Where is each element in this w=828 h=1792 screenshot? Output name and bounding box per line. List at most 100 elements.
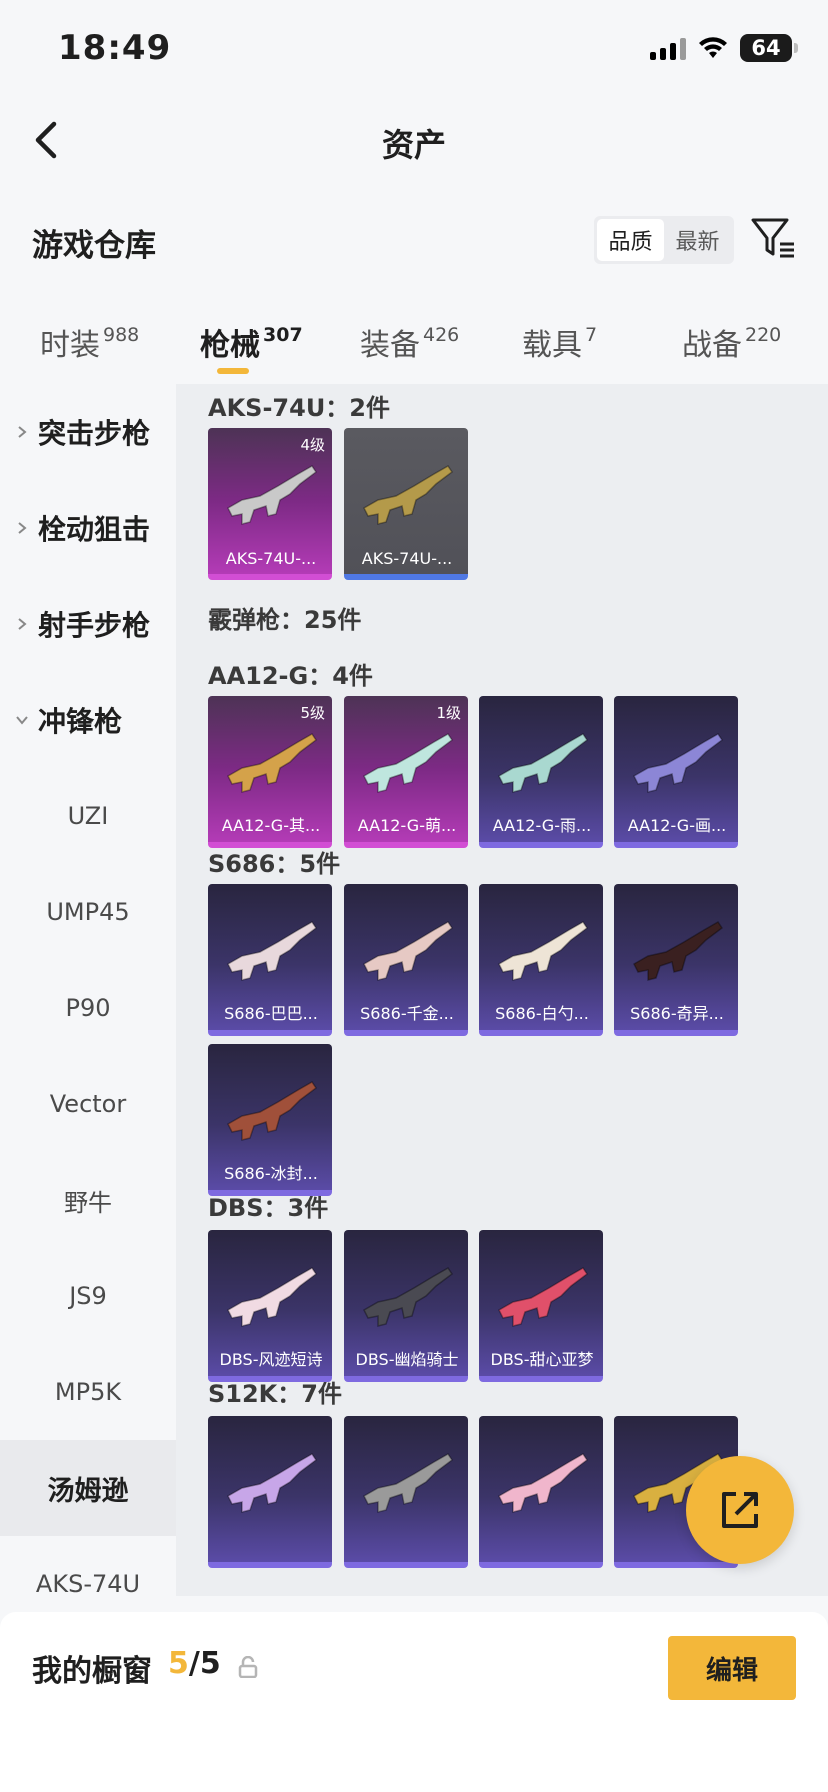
item-card[interactable] (344, 1416, 468, 1568)
item-name: DBS-风迹短诗 (219, 1350, 323, 1369)
sidebar-subitem-js9[interactable]: JS9 (0, 1248, 176, 1344)
item-name: S686-白勺... (495, 1004, 589, 1023)
item-card[interactable]: S686-巴巴... (208, 884, 332, 1036)
sidebar-item-bolt-sniper[interactable]: 栓动狙击 (0, 480, 176, 576)
sidebar-item-smg[interactable]: 冲锋枪 (0, 672, 176, 768)
item-grid: AKS-74U：2件 霰弹枪：25件 AA12-G：4件 S686：5件 DBS… (176, 384, 828, 1596)
item-card[interactable]: DBS-风迹短诗 (208, 1230, 332, 1382)
item-level-badge: 5级 (300, 704, 325, 722)
weapon-skin-image (363, 733, 454, 793)
weapon-skin-image (227, 1453, 318, 1513)
sidebar-item-assault-rifle[interactable]: 突击步枪 (0, 384, 176, 480)
item-card[interactable]: DBS-甜心亚梦 (479, 1230, 603, 1382)
item-name: AA12-G-萌... (357, 816, 457, 835)
share-button[interactable] (686, 1456, 794, 1564)
showcase-bar: 我的橱窗 5/5 编辑 (0, 1612, 828, 1792)
sidebar-item-label: 栓动狙击 (38, 513, 151, 546)
sidebar-item-marksman-rifle[interactable]: 射手步枪 (0, 576, 176, 672)
item-name: DBS-幽焰骑士 (355, 1350, 459, 1369)
filter-icon[interactable] (750, 216, 796, 262)
external-link-icon (722, 1492, 758, 1528)
item-card[interactable]: AA12-G-画... (614, 696, 738, 848)
tab-vehicles[interactable]: 载具 7 (522, 320, 597, 364)
tab-equipment[interactable]: 装备 426 (360, 320, 459, 364)
sidebar-subitem-aks74u[interactable]: AKS-74U (0, 1536, 176, 1596)
sidebar-subitem-ump45[interactable]: UMP45 (0, 864, 176, 960)
item-card[interactable] (208, 1416, 332, 1568)
weapon-skin-image (363, 1453, 454, 1513)
sidebar-item-label: 突击步枪 (38, 417, 151, 450)
sidebar-item-label: 冲锋枪 (38, 705, 123, 738)
weapon-skin-image (363, 1267, 454, 1327)
sidebar-item-label: 射手步枪 (38, 609, 151, 642)
chevron-down-icon (16, 716, 28, 725)
weapon-skin-image (227, 733, 318, 793)
tab-supplies[interactable]: 战备 220 (682, 320, 781, 364)
chevron-right-icon (18, 618, 27, 630)
sidebar-subitem-bison[interactable]: 野牛 (0, 1152, 176, 1248)
item-card[interactable] (479, 1416, 603, 1568)
lock-icon (238, 1656, 258, 1678)
weapon-skin-image (227, 465, 318, 525)
wifi-icon (699, 37, 727, 58)
weapon-skin-image (633, 921, 724, 981)
tab-fashion[interactable]: 时装 988 (40, 320, 139, 364)
item-name: AA12-G-雨... (492, 816, 592, 835)
item-name: S686-巴巴... (224, 1004, 318, 1023)
item-card[interactable]: AA12-G-雨... (479, 696, 603, 848)
item-card[interactable]: S686-千金... (344, 884, 468, 1036)
chevron-right-icon (18, 522, 27, 534)
showcase-label: 我的橱窗 (32, 1654, 152, 1689)
status-time: 18:49 (58, 28, 172, 68)
tab-guns[interactable]: 枪械 307 (200, 320, 303, 364)
showcase-count: 5/5 (168, 1646, 221, 1681)
status-icons: 64 (650, 34, 798, 62)
weapon-skin-image (498, 1267, 589, 1327)
item-name: AKS-74U-... (361, 549, 453, 568)
warehouse-title: 游戏仓库 (32, 228, 156, 264)
item-level-badge: 1级 (436, 704, 461, 722)
section-title-s686: S686：5件 (208, 850, 341, 878)
battery-icon: 64 (740, 34, 798, 62)
nav-header: 资产 (0, 100, 828, 180)
section-title-aa12: AA12-G：4件 (208, 662, 373, 690)
sidebar-subitem-p90[interactable]: P90 (0, 960, 176, 1056)
item-card[interactable]: S686-奇异... (614, 884, 738, 1036)
sidebar: 突击步枪 栓动狙击 射手步枪 冲锋枪 UZI UMP45 P90 Vector … (0, 384, 176, 1596)
edit-button[interactable]: 编辑 (668, 1636, 796, 1700)
weapon-skin-image (498, 1453, 589, 1513)
item-card[interactable]: S686-白勺... (479, 884, 603, 1036)
item-card[interactable]: 4级 AKS-74U-... (208, 428, 332, 580)
item-name: AA12-G-画... (627, 816, 727, 835)
weapon-skin-image (363, 465, 454, 525)
item-card[interactable]: 1级 AA12-G-萌... (344, 696, 468, 848)
sort-toggle: 品质 最新 (594, 216, 734, 264)
item-name: AA12-G-其... (221, 816, 321, 835)
weapon-skin-image (498, 921, 589, 981)
item-level-badge: 4级 (300, 436, 325, 454)
item-card[interactable]: AKS-74U-... (344, 428, 468, 580)
weapon-skin-image (498, 733, 589, 793)
sidebar-subitem-vector[interactable]: Vector (0, 1056, 176, 1152)
item-card[interactable]: 5级 AA12-G-其... (208, 696, 332, 848)
weapon-skin-image (633, 733, 724, 793)
page-title: 资产 (381, 126, 446, 164)
sidebar-subitem-thompson[interactable]: 汤姆逊 (0, 1440, 176, 1536)
item-card[interactable]: DBS-幽焰骑士 (344, 1230, 468, 1382)
weapon-skin-image (227, 1267, 318, 1327)
item-card[interactable]: S686-冰封... (208, 1044, 332, 1196)
item-name: AKS-74U-... (225, 549, 317, 568)
section-title-aks74u: AKS-74U：2件 (208, 394, 391, 422)
sidebar-subitem-uzi[interactable]: UZI (0, 768, 176, 864)
category-tabs: 时装 988 枪械 307 装备 426 载具 7 战备 220 (0, 310, 828, 380)
item-name: S686-千金... (360, 1004, 454, 1023)
sort-quality-button[interactable]: 品质 (597, 219, 664, 261)
section-title-shotgun: 霰弹枪：25件 (208, 606, 362, 634)
sidebar-subitem-mp5k[interactable]: MP5K (0, 1344, 176, 1440)
item-name: S686-冰封... (224, 1164, 318, 1183)
warehouse-header: 游戏仓库 品质 最新 (0, 208, 828, 272)
item-name: DBS-甜心亚梦 (490, 1350, 594, 1369)
item-name: S686-奇异... (630, 1004, 724, 1023)
sort-newest-button[interactable]: 最新 (664, 219, 731, 261)
weapon-skin-image (363, 921, 454, 981)
